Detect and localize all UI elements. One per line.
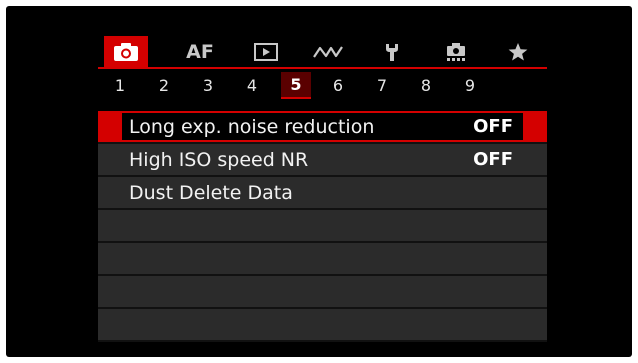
menu-item-label: Dust Delete Data — [129, 181, 293, 204]
page-8[interactable]: 8 — [415, 72, 437, 99]
menu-item-long-exp-noise-reduction[interactable]: Long exp. noise reduction OFF — [98, 111, 547, 144]
menu-page-row: 1 2 3 4 5 6 7 8 9 — [98, 72, 547, 99]
menu-item-label: Long exp. noise reduction — [129, 115, 375, 138]
menu-item-label: High ISO speed NR — [129, 148, 309, 171]
page-7[interactable]: 7 — [371, 72, 393, 99]
tab-custom-functions[interactable] — [436, 36, 476, 67]
page-6[interactable]: 6 — [327, 72, 349, 99]
tab-af[interactable]: AF — [178, 36, 222, 67]
page-3[interactable]: 3 — [197, 72, 219, 99]
page-9[interactable]: 9 — [459, 72, 481, 99]
playback-icon — [254, 42, 278, 61]
tab-my-menu[interactable] — [498, 36, 538, 67]
menu-item-value: OFF — [473, 149, 513, 170]
menu-item-empty — [98, 210, 547, 243]
page-5[interactable]: 5 — [281, 72, 311, 99]
custom-functions-icon — [445, 42, 467, 62]
tab-wireless[interactable] — [306, 36, 350, 67]
menu-item-list: Long exp. noise reduction OFF High ISO s… — [98, 111, 547, 342]
menu-item-empty — [98, 309, 547, 342]
menu-item-empty — [98, 243, 547, 276]
page-1[interactable]: 1 — [109, 72, 131, 99]
menu-item-empty — [98, 276, 547, 309]
star-icon — [508, 42, 528, 62]
tab-playback[interactable] — [246, 36, 286, 67]
menu-item-dust-delete-data[interactable]: Dust Delete Data — [98, 177, 547, 210]
tab-af-label: AF — [186, 40, 214, 63]
menu-item-high-iso-speed-nr[interactable]: High ISO speed NR OFF — [98, 144, 547, 177]
menu-item-value: OFF — [473, 116, 513, 137]
menu-tab-bar: AF — [98, 36, 547, 69]
page-2[interactable]: 2 — [153, 72, 175, 99]
camera-screen: AF 1 2 3 4 5 6 7 8 9 Long exp. noise red… — [6, 6, 632, 357]
wrench-icon — [383, 42, 401, 62]
camera-menu: AF 1 2 3 4 5 6 7 8 9 Long exp. noise red… — [98, 36, 547, 342]
tab-setup[interactable] — [372, 36, 412, 67]
wireless-icon — [312, 44, 344, 60]
tab-shooting[interactable] — [104, 36, 148, 67]
page-4[interactable]: 4 — [241, 72, 263, 99]
camera-icon — [113, 42, 139, 62]
